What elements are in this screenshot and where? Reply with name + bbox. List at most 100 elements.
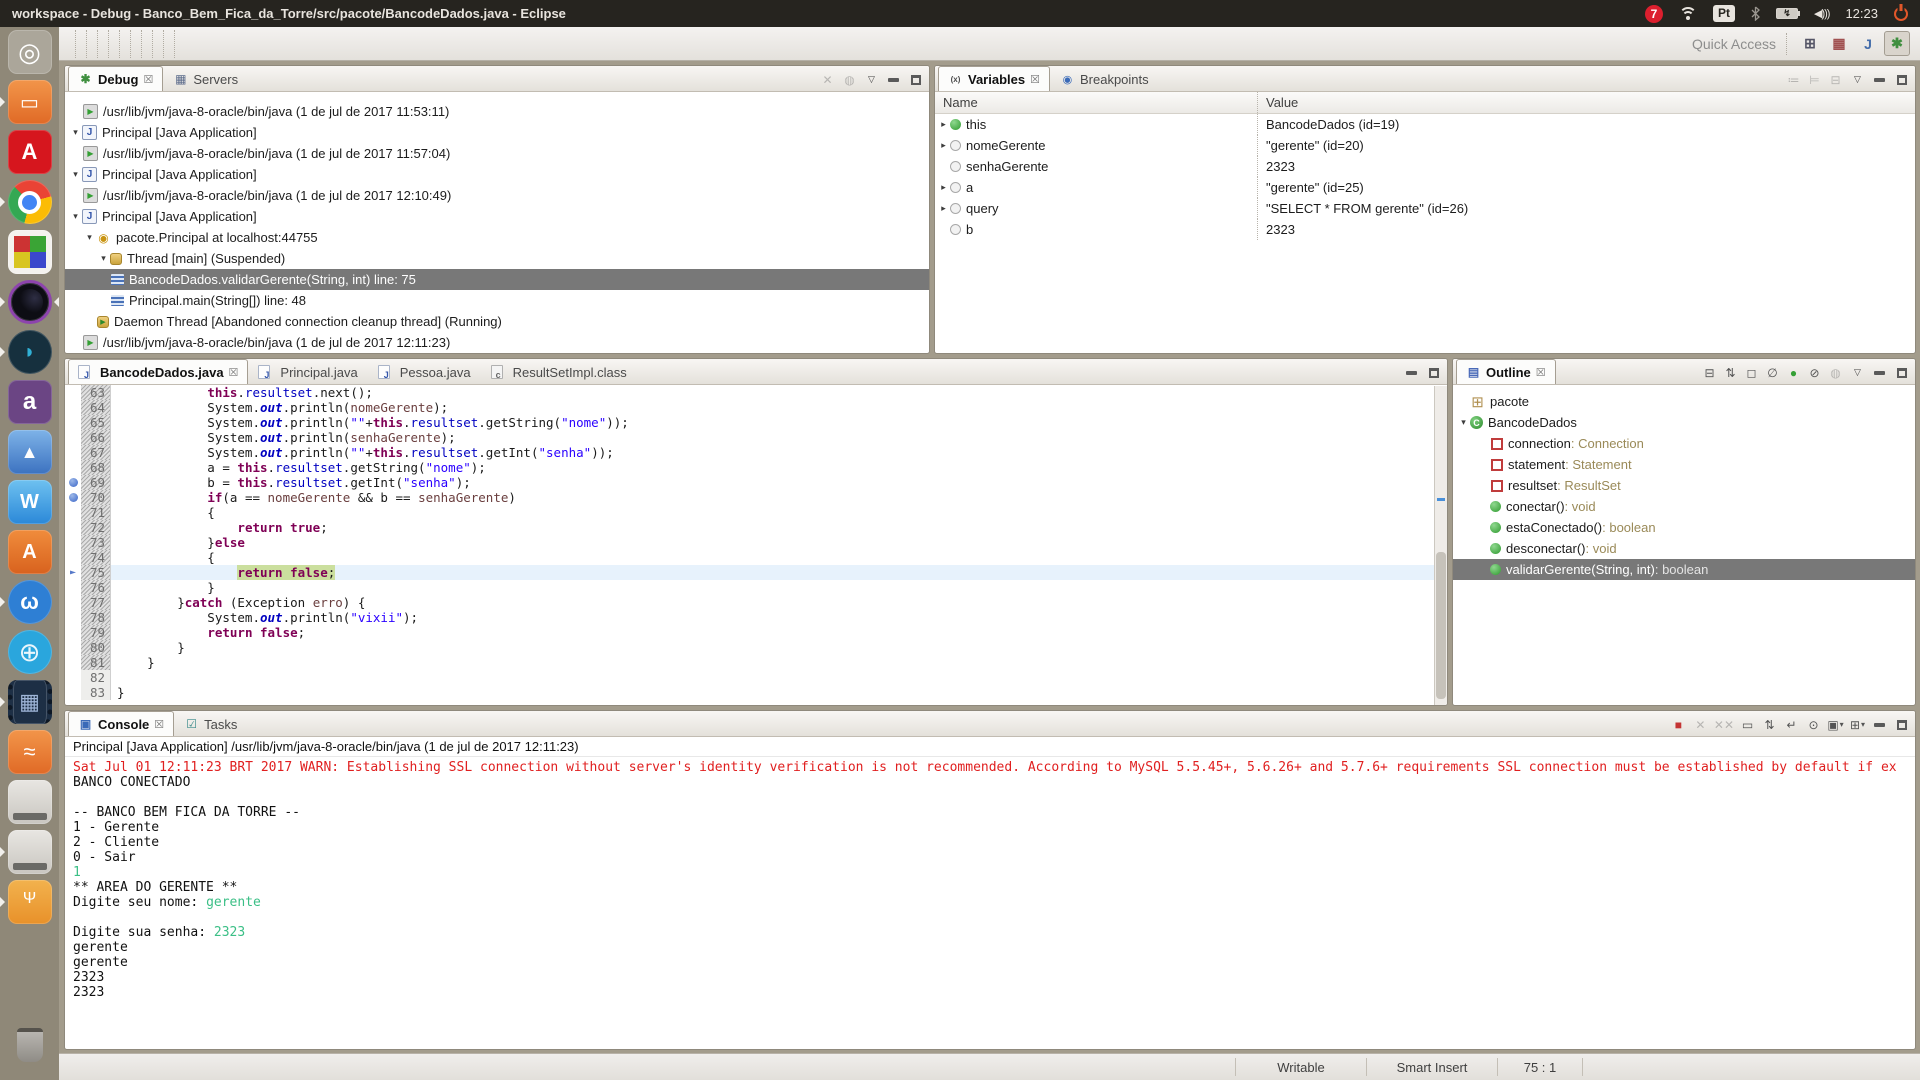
editor-tab[interactable]: BancodeDados.java ☒ [68, 359, 248, 384]
expander-icon[interactable]: ▸ [937, 203, 950, 214]
view-tab[interactable]: Console ☒ [68, 711, 174, 736]
gutter-marker[interactable] [65, 490, 81, 505]
clock[interactable]: 12:23 [1845, 6, 1878, 21]
line-number[interactable]: 68 [81, 460, 111, 475]
collapse-all-button[interactable]: ⊟ [1827, 71, 1844, 88]
close-tab-icon[interactable]: ☒ [1030, 73, 1040, 86]
view-menu-icon[interactable]: ▽ [863, 71, 880, 88]
variable-row[interactable]: ▸ b 2323 [935, 219, 1915, 240]
open-console-button[interactable]: ⊞ ▾ [1849, 716, 1866, 733]
launcher-amazon[interactable] [8, 380, 52, 424]
launcher-usb-drive[interactable] [8, 880, 52, 924]
line-number[interactable]: 71 [81, 505, 111, 520]
wifi-icon[interactable] [1679, 7, 1697, 20]
launcher-wifi-folder[interactable] [8, 730, 52, 774]
debug-tree-row[interactable]: ▾ Principal [Java Application] [65, 122, 929, 143]
word-wrap-button[interactable]: ↵ ▾ [1783, 716, 1800, 733]
expander-icon[interactable]: ▾ [1457, 417, 1470, 428]
close-tab-icon[interactable]: ☒ [143, 73, 153, 86]
maximize-button[interactable] [1893, 71, 1910, 88]
line-number[interactable]: 72 [81, 520, 111, 535]
line-number[interactable]: 83 [81, 685, 111, 700]
hide-non-public-button[interactable]: ● [1785, 364, 1802, 381]
code-line[interactable]: 74 { [65, 550, 1447, 565]
value-column-header[interactable]: Value [1257, 92, 1915, 113]
code-line[interactable]: 82 [65, 670, 1447, 685]
gutter-marker[interactable] [65, 640, 81, 655]
outline-row[interactable]: ▾ validarGerente(String, int) : boolean [1453, 559, 1915, 580]
debug-tree-row[interactable]: ▾ BancodeDados.validarGerente(String, in… [65, 269, 929, 290]
gutter-marker[interactable] [65, 535, 81, 550]
debug-tree-row[interactable]: ▾ Daemon Thread [Abandoned connection cl… [65, 311, 929, 332]
remove-terminated-button[interactable]: ✕ [819, 71, 836, 88]
code-line[interactable]: 72 return true; [65, 520, 1447, 535]
overview-marker[interactable] [1437, 498, 1445, 501]
outline-row[interactable]: ▾ estaConectado() : boolean [1453, 517, 1915, 538]
debug-tree-row[interactable]: ▾ /usr/lib/jvm/java-8-oracle/bin/java (1… [65, 101, 929, 122]
gutter-marker[interactable] [65, 670, 81, 685]
line-number[interactable]: 79 [81, 625, 111, 640]
bluetooth-icon[interactable] [1751, 6, 1760, 21]
gutter-marker[interactable] [65, 415, 81, 430]
expander-icon[interactable]: ▸ [937, 119, 950, 130]
line-number[interactable]: 76 [81, 580, 111, 595]
launcher-adobe-reader[interactable] [8, 130, 52, 174]
notification-badge[interactable]: 7 [1645, 5, 1663, 23]
console-output[interactable]: Sat Jul 01 12:11:23 BRT 2017 WARN: Estab… [65, 757, 1915, 1000]
outline-row[interactable]: ▾ conectar() : void [1453, 496, 1915, 517]
line-number[interactable]: 65 [81, 415, 111, 430]
remove-launch-button[interactable]: ✕ ▾ [1692, 716, 1709, 733]
debug-tree-row[interactable]: ▾ pacote.Principal at localhost:44755 [65, 227, 929, 248]
code-line[interactable]: 66 System.out.println(senhaGerente); [65, 430, 1447, 445]
maximize-button[interactable] [1425, 364, 1442, 381]
line-number[interactable]: 70 [81, 490, 111, 505]
pin-console-button[interactable]: ⊙ ▾ [1805, 716, 1822, 733]
perspective-java-button[interactable]: J [1855, 31, 1881, 56]
gutter-marker[interactable] [65, 400, 81, 415]
view-tab[interactable]: Outline ☒ [1456, 359, 1556, 384]
debug-misc-button[interactable]: ◍ [841, 71, 858, 88]
view-tab[interactable]: Servers ☒ [163, 66, 248, 91]
code-line[interactable]: 64 System.out.println(nomeGerente); [65, 400, 1447, 415]
expander-icon[interactable]: ▾ [69, 169, 82, 180]
close-tab-icon[interactable]: ☒ [154, 718, 164, 731]
variable-row[interactable]: ▸ nomeGerente "gerente" (id=20) [935, 135, 1915, 156]
launcher-mysql-workbench[interactable] [8, 330, 52, 374]
gutter-marker[interactable] [65, 595, 81, 610]
launcher-chrome[interactable] [8, 180, 52, 224]
launcher-writer-app[interactable] [8, 480, 52, 524]
link-with-editor-button[interactable]: ◍ [1827, 364, 1844, 381]
open-perspective-button[interactable]: ⊞ [1797, 31, 1823, 56]
editor-tab[interactable]: ResultSetImpl.class ☒ [481, 359, 637, 384]
debug-tree-row[interactable]: ▾ Thread [main] (Suspended) [65, 248, 929, 269]
view-tab[interactable]: Tasks ☒ [174, 711, 247, 736]
code-line[interactable]: 65 System.out.println(""+this.resultset.… [65, 415, 1447, 430]
hide-static-fields-button[interactable]: ∅ [1764, 364, 1781, 381]
perspective-debug-button[interactable]: ✱ [1884, 31, 1910, 56]
code-line[interactable]: 78 System.out.println("vixii"); [65, 610, 1447, 625]
hide-local-types-button[interactable]: ⊘ [1806, 364, 1823, 381]
outline-row[interactable]: ▾ statement : Statement [1453, 454, 1915, 475]
remove-all-launches-button[interactable]: ✕✕ ▾ [1714, 716, 1734, 733]
perspective-javaee-button[interactable]: ▦ [1826, 31, 1852, 56]
expander-icon[interactable]: ▾ [97, 253, 110, 264]
line-number[interactable]: 74 [81, 550, 111, 565]
expander-icon[interactable]: ▾ [69, 127, 82, 138]
code-line[interactable]: 67 System.out.println(""+this.resultset.… [65, 445, 1447, 460]
view-tab[interactable]: Variables ☒ [938, 66, 1050, 91]
line-number[interactable]: 75 [81, 565, 111, 580]
code-line[interactable]: 71 { [65, 505, 1447, 520]
terminate-button[interactable]: ■ ▾ [1670, 716, 1687, 733]
line-number[interactable]: 73 [81, 535, 111, 550]
debug-tree-row[interactable]: ▾ /usr/lib/jvm/java-8-oracle/bin/java (1… [65, 185, 929, 206]
minimize-button[interactable] [885, 71, 902, 88]
code-line[interactable]: 75 return false; [65, 565, 1447, 580]
scrollbar-thumb[interactable] [1436, 552, 1446, 699]
volume-icon[interactable]: ◀))) [1814, 7, 1829, 20]
line-number[interactable]: 66 [81, 430, 111, 445]
gutter-marker[interactable] [65, 550, 81, 565]
display-selected-console-button[interactable]: ▣ ▾ [1827, 716, 1844, 733]
variable-row[interactable]: ▸ this BancodeDados (id=19) [935, 114, 1915, 135]
close-tab-icon[interactable]: ☒ [1536, 366, 1546, 379]
editor-scrollbar[interactable] [1434, 386, 1447, 705]
